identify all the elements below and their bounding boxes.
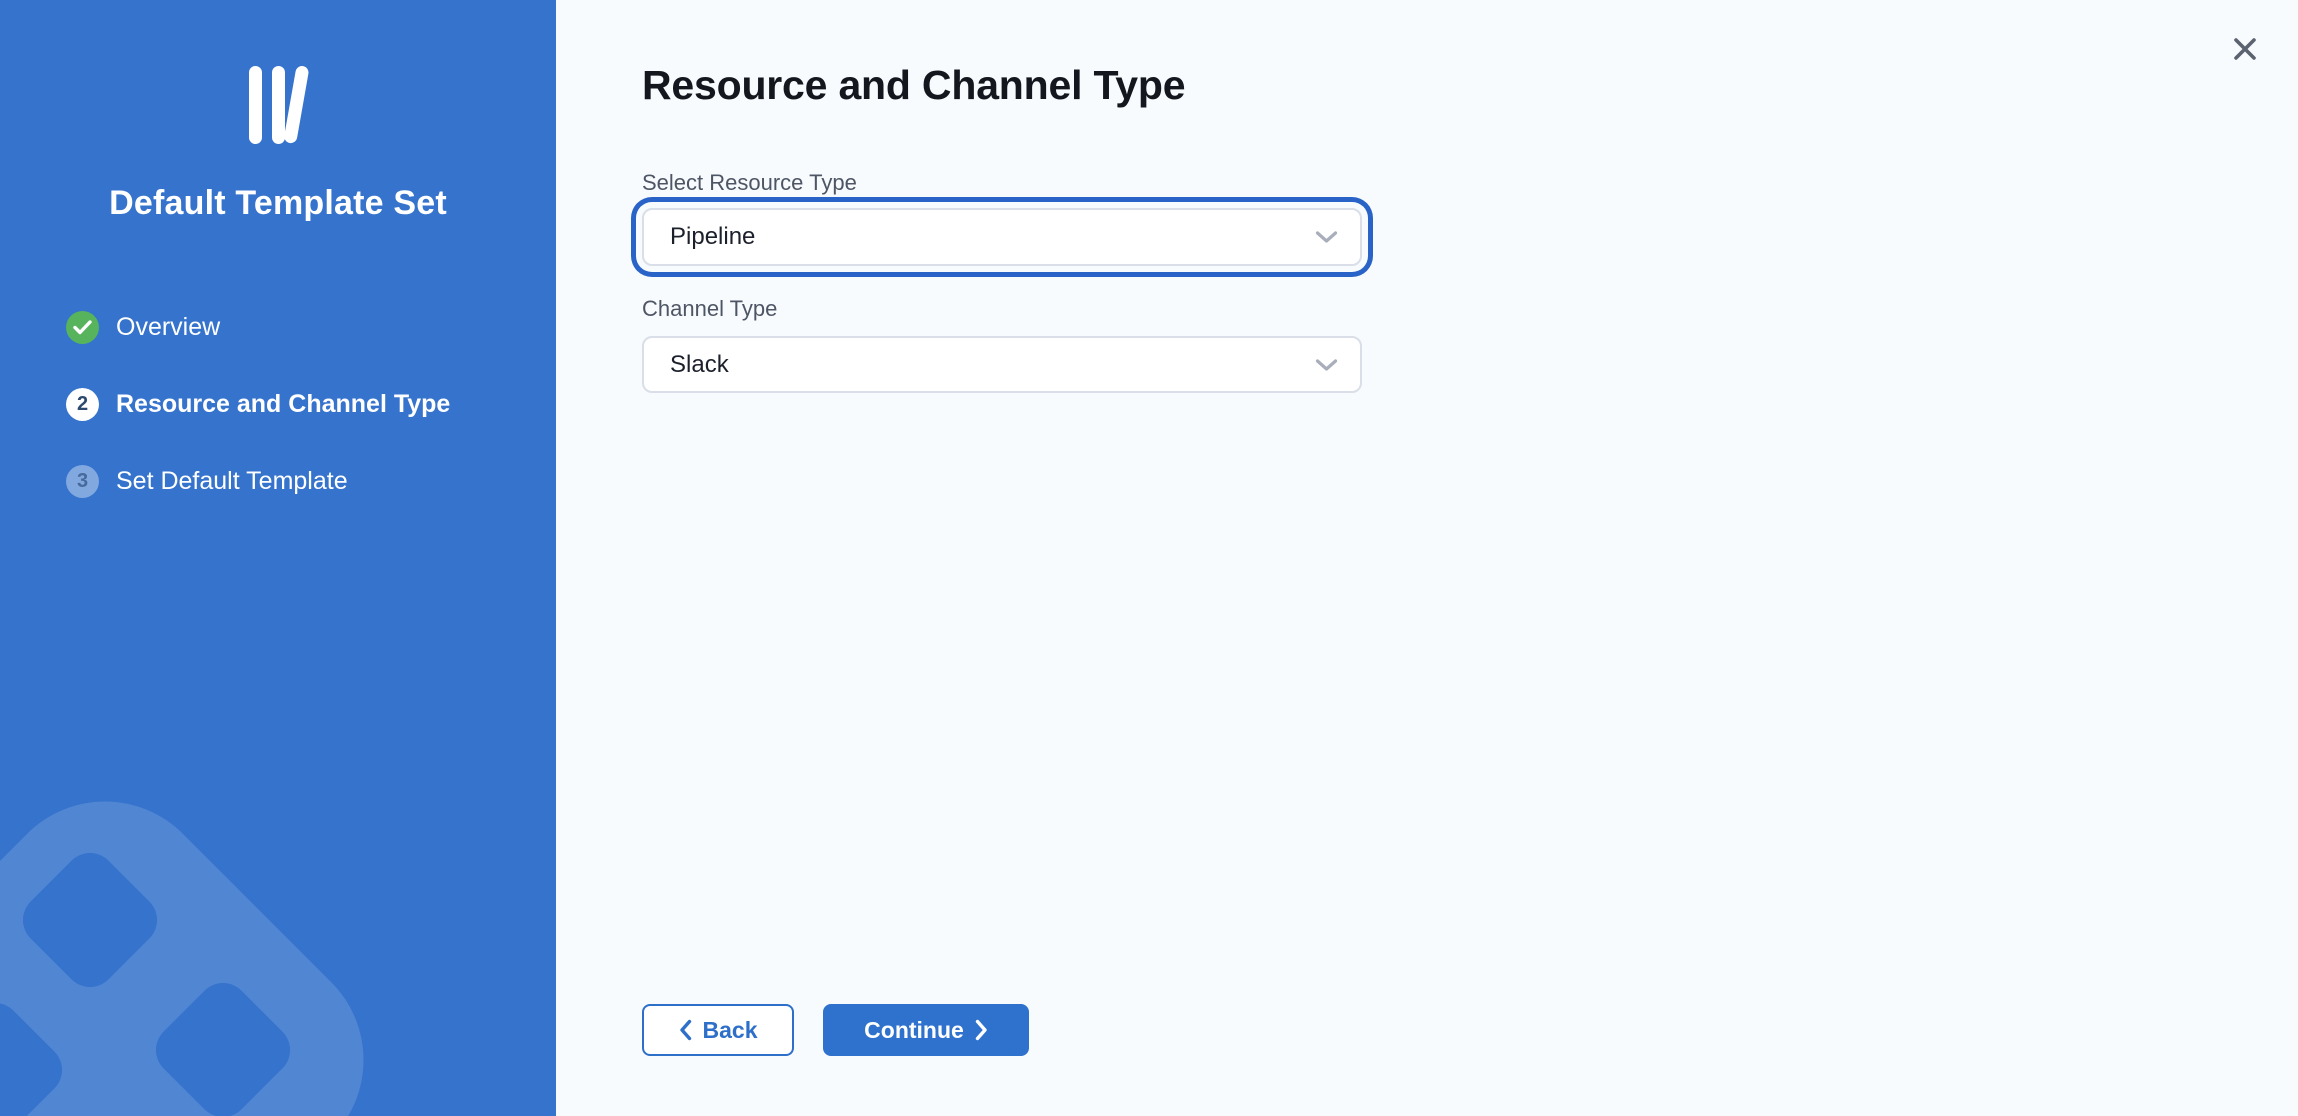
logo-bar-slanted bbox=[283, 65, 309, 144]
step-number-badge: 2 bbox=[66, 388, 99, 421]
resource-type-select[interactable]: Pipeline bbox=[642, 208, 1362, 266]
channel-type-field: Channel Type Slack bbox=[642, 296, 1362, 393]
continue-button-label: Continue bbox=[864, 1017, 964, 1044]
close-icon bbox=[2230, 34, 2260, 64]
brand-title: Default Template Set bbox=[0, 184, 556, 223]
back-button[interactable]: Back bbox=[642, 1004, 794, 1056]
wizard-actions: Back Continue bbox=[642, 1004, 1029, 1056]
wizard-sidebar: Default Template Set Overview 2 Resource… bbox=[0, 0, 556, 1116]
wizard-steps: Overview 2 Resource and Channel Type 3 S… bbox=[0, 311, 556, 498]
wizard-content: Resource and Channel Type Select Resourc… bbox=[556, 0, 2298, 1116]
close-button[interactable] bbox=[2222, 26, 2268, 72]
chevron-down-icon bbox=[1315, 358, 1338, 372]
chevron-left-icon bbox=[679, 1019, 692, 1041]
check-icon bbox=[66, 311, 99, 344]
back-button-label: Back bbox=[703, 1017, 758, 1044]
step-set-default-template[interactable]: 3 Set Default Template bbox=[66, 465, 556, 498]
chevron-down-icon bbox=[1315, 230, 1338, 244]
resource-type-value: Pipeline bbox=[670, 223, 755, 251]
channel-type-label: Channel Type bbox=[642, 296, 1362, 322]
continue-button[interactable]: Continue bbox=[823, 1004, 1029, 1056]
chevron-right-icon bbox=[975, 1019, 988, 1041]
step-label: Overview bbox=[116, 311, 220, 344]
wizard-modal: Default Template Set Overview 2 Resource… bbox=[0, 0, 2298, 1116]
brand-logo bbox=[0, 66, 556, 146]
logo-bar bbox=[249, 66, 262, 144]
resource-type-label: Select Resource Type bbox=[642, 170, 1362, 196]
step-label: Set Default Template bbox=[116, 465, 348, 498]
page-title: Resource and Channel Type bbox=[642, 60, 2298, 110]
step-resource-and-channel-type[interactable]: 2 Resource and Channel Type bbox=[66, 388, 556, 421]
resource-type-field: Select Resource Type Pipeline bbox=[642, 170, 1362, 266]
logo-bar bbox=[272, 66, 285, 144]
channel-type-value: Slack bbox=[670, 351, 729, 379]
step-label: Resource and Channel Type bbox=[116, 388, 450, 421]
step-number-badge: 3 bbox=[66, 465, 99, 498]
step-overview[interactable]: Overview bbox=[66, 311, 556, 344]
channel-type-select[interactable]: Slack bbox=[642, 336, 1362, 393]
